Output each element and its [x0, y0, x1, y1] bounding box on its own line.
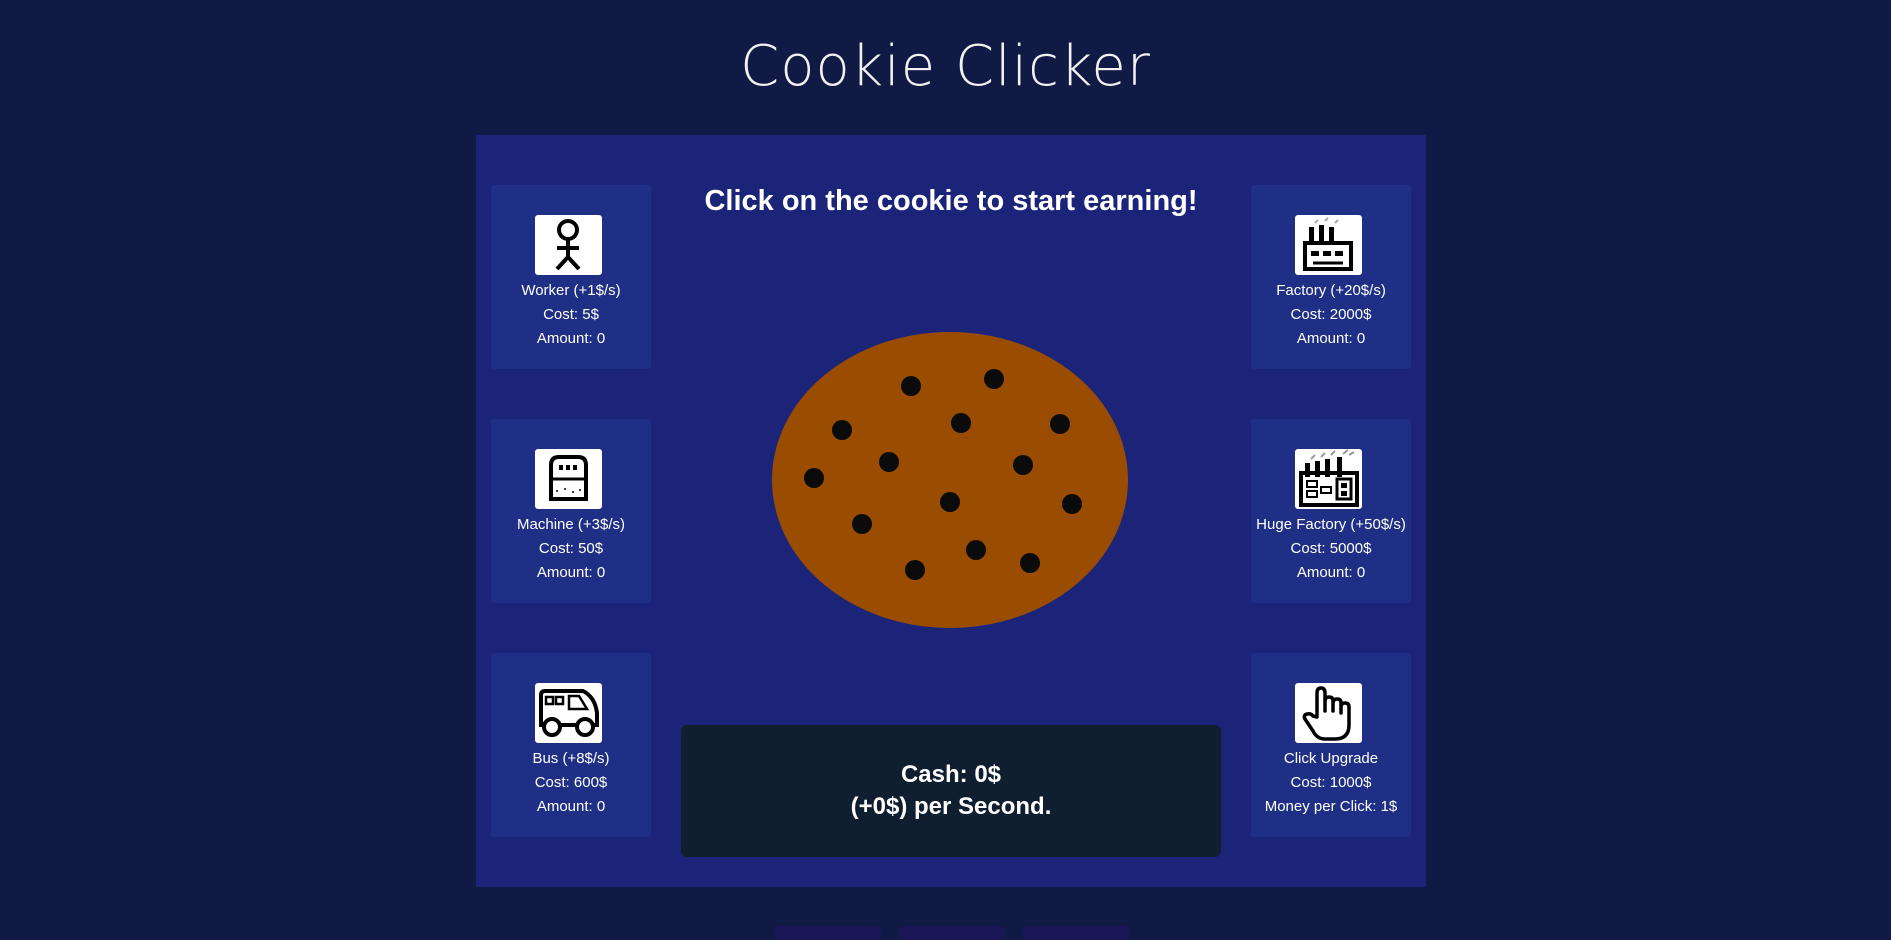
income-rate-display: (+0$) per Second. — [850, 793, 1052, 820]
chocolate-chip — [879, 452, 899, 472]
chocolate-chip — [951, 413, 971, 433]
chocolate-chip — [832, 420, 852, 440]
bus-icon — [535, 683, 602, 743]
chocolate-chip — [1050, 414, 1070, 434]
cash-display: Cash: 0$ — [900, 761, 1002, 788]
shop-item-amount: Amount: 0 — [1296, 330, 1366, 347]
headline: Click on the cookie to start earning! — [704, 185, 1198, 217]
cookie-body — [772, 332, 1128, 628]
shop-item-name: Machine (+3$/s) — [517, 516, 625, 533]
hand-icon — [1295, 683, 1362, 743]
shop-item-cost: Cost: 1000$ — [1290, 774, 1372, 791]
chocolate-chip — [804, 468, 824, 488]
shop-item-amount: Amount: 0 — [536, 798, 606, 815]
shop-item-name: Factory (+20$/s) — [1276, 282, 1386, 299]
chocolate-chip — [1013, 455, 1033, 475]
chocolate-chip — [1020, 553, 1040, 573]
stats-panel: Cash: 0$ (+0$) per Second. — [681, 725, 1221, 857]
chocolate-chip — [966, 540, 986, 560]
money-per-click: Money per Click: 1$ — [1264, 798, 1398, 815]
chocolate-chip — [1062, 494, 1082, 514]
shop-item-cost: Cost: 600$ — [534, 774, 608, 791]
shop-item-cost: Cost: 5$ — [543, 306, 599, 323]
shop-item-name: Bus (+8$/s) — [532, 750, 610, 767]
stick-figure-worker-icon — [535, 215, 602, 275]
shop-item-amount: Amount: 0 — [1296, 564, 1366, 581]
shop-item-cost: Cost: 2000$ — [1290, 306, 1372, 323]
game-panel: Worker (+1$/s) Cost: 5$ Amount: 0 Machin… — [476, 135, 1426, 887]
chocolate-chip — [984, 369, 1004, 389]
shop-item-amount: Amount: 0 — [536, 330, 606, 347]
huge-factory-icon — [1295, 449, 1362, 509]
page-title: Cookie Clicker — [740, 34, 1151, 99]
shop-item-cost: Cost: 50$ — [538, 540, 604, 557]
shop-item-name: Worker (+1$/s) — [521, 282, 621, 299]
shop-item-huge-factory[interactable]: Huge Factory (+50$/s) Cost: 5000$ Amount… — [1251, 419, 1411, 603]
machine-icon — [535, 449, 602, 509]
chocolate-chip — [940, 492, 960, 512]
shop-item-name: Huge Factory (+50$/s) — [1256, 516, 1406, 533]
shop-item-amount: Amount: 0 — [536, 564, 606, 581]
chocolate-chip — [901, 376, 921, 396]
factory-icon — [1295, 215, 1362, 275]
cookie-button[interactable] — [772, 332, 1128, 628]
shop-item-bus[interactable]: Bus (+8$/s) Cost: 600$ Amount: 0 — [491, 653, 651, 837]
chocolate-chip — [852, 514, 872, 534]
shop-item-click-upgrade[interactable]: Click Upgrade Cost: 1000$ Money per Clic… — [1251, 653, 1411, 837]
shop-item-cost: Cost: 5000$ — [1290, 540, 1372, 557]
shop-item-machine[interactable]: Machine (+3$/s) Cost: 50$ Amount: 0 — [491, 419, 651, 603]
chocolate-chip — [905, 560, 925, 580]
shop-item-name: Click Upgrade — [1283, 750, 1379, 767]
